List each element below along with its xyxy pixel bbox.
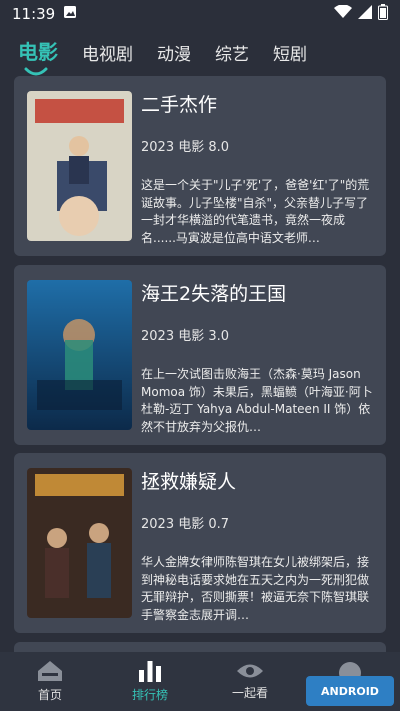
status-bar: 11:39 <box>0 0 400 28</box>
status-time: 11:39 <box>12 5 56 23</box>
nav-home[interactable]: 首页 <box>0 652 100 711</box>
category-tabs: 电影 电视剧 动漫 综艺 短剧 <box>18 36 307 76</box>
movie-meta: 2023 电影 0.7 <box>141 517 230 532</box>
tab-movie[interactable]: 电影 <box>18 36 58 76</box>
movie-title: 二手杰作 <box>141 94 218 116</box>
battery-icon <box>378 4 388 24</box>
movie-description: 这是一个关于"儿子'死'了，爸爸'红'了"的荒诞故事。儿子坠楼"自杀"，父亲替儿… <box>141 178 370 245</box>
tab-variety[interactable]: 综艺 <box>215 40 249 65</box>
nav-label: 排行榜 <box>131 688 168 702</box>
movie-card[interactable]: 海王2失落的王国 2023 电影 3.0 在上一次试图击败海王（杰森·莫玛 Ja… <box>14 265 386 445</box>
tab-label: 动漫 <box>157 45 191 65</box>
tab-short-drama[interactable]: 短剧 <box>273 40 307 65</box>
movie-card[interactable]: 拯救嫌疑人 2023 电影 0.7 华人金牌女律师陈智琪在女儿被绑架后，接到神秘… <box>14 453 386 633</box>
cellular-icon <box>358 5 372 23</box>
movie-description: 华人金牌女律师陈智琪在女儿被绑架后，接到神秘电话要求她在五天之内为一死刑犯做无罪… <box>141 555 370 622</box>
movie-meta: 2023 电影 3.0 <box>141 329 230 344</box>
movie-description: 在上一次试图击败海王（杰森·莫玛 Jason Momoa 饰）未果后，黑蝠鲼（叶… <box>141 367 373 434</box>
tab-label: 电视剧 <box>82 45 133 65</box>
movie-card[interactable]: 二手杰作 2023 电影 8.0 这是一个关于"儿子'死'了，爸爸'红'了"的荒… <box>14 76 386 256</box>
movie-poster[interactable] <box>27 280 132 430</box>
tab-label: 电影 <box>18 40 58 64</box>
tab-label: 综艺 <box>215 45 249 65</box>
nav-label: 首页 <box>37 688 62 702</box>
wifi-icon <box>334 4 352 23</box>
tab-label: 短剧 <box>273 45 307 65</box>
tab-anime[interactable]: 动漫 <box>157 40 191 65</box>
eye-icon <box>237 664 263 678</box>
movie-poster[interactable] <box>27 91 132 241</box>
movie-title: 海王2失落的王国 <box>141 283 287 305</box>
home-icon <box>38 661 62 681</box>
movie-meta: 2023 电影 8.0 <box>141 140 230 155</box>
nav-ranking[interactable]: 排行榜 <box>100 652 200 711</box>
nav-watch-together[interactable]: 一起看 <box>200 652 300 711</box>
bar-chart-icon <box>139 661 161 682</box>
movie-title: 拯救嫌疑人 <box>141 471 237 493</box>
nav-label: 一起看 <box>231 686 268 700</box>
watermark-logo: ANDROID <box>306 676 394 706</box>
tab-tv-series[interactable]: 电视剧 <box>82 40 133 65</box>
movie-poster[interactable] <box>27 468 132 618</box>
image-icon <box>63 5 77 23</box>
